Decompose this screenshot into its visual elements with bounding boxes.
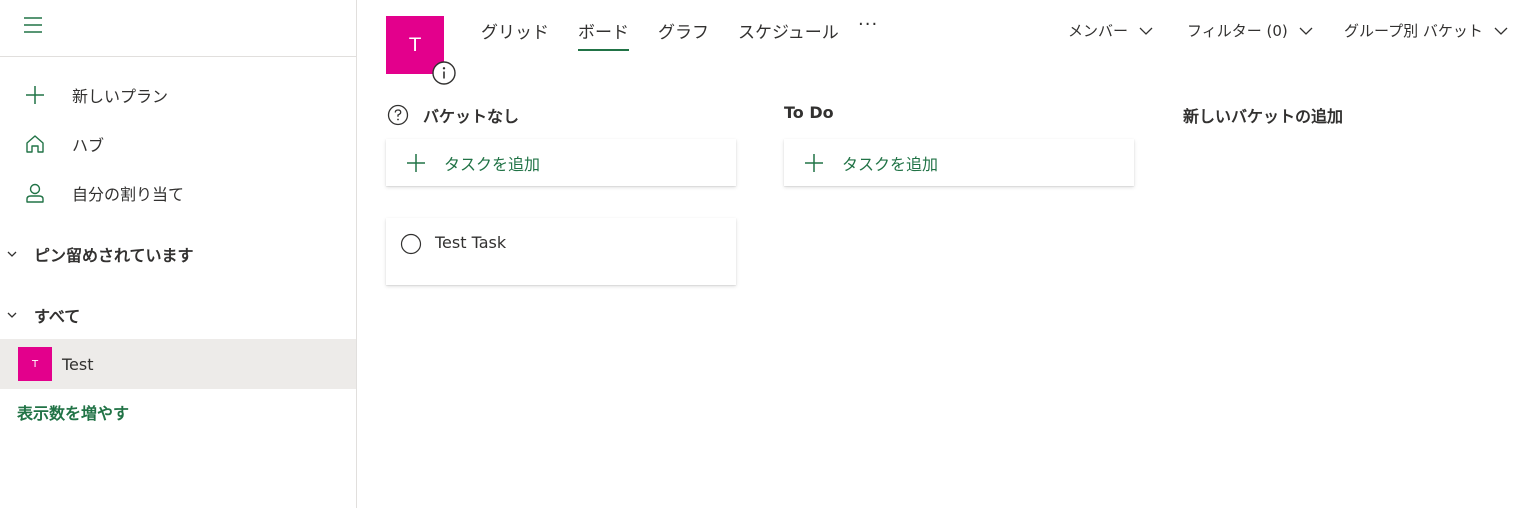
task-card[interactable]: Test Task	[386, 218, 736, 285]
my-assignments-label: 自分の割り当て	[72, 185, 185, 204]
add-task-button[interactable]: タスクを追加	[386, 139, 736, 186]
chevron-down-icon	[1299, 27, 1313, 35]
bucket-title-no-bucket: バケットなし	[387, 103, 519, 127]
help-icon[interactable]	[387, 104, 409, 126]
add-task-button[interactable]: タスクを追加	[784, 139, 1134, 186]
tab-charts[interactable]: グラフ	[658, 18, 709, 43]
tab-board[interactable]: ボード	[578, 18, 629, 51]
task-title: Test Task	[435, 233, 507, 252]
chevron-down-icon	[6, 309, 18, 321]
bucket-name: To Do	[784, 103, 834, 122]
group-by-dropdown[interactable]: グループ別 バケット	[1344, 20, 1509, 41]
all-section-toggle[interactable]: すべて	[0, 300, 356, 330]
bucket-title-todo[interactable]: To Do	[784, 103, 834, 122]
plus-icon	[24, 84, 46, 106]
chevron-down-icon	[1494, 27, 1508, 35]
bucket-name: バケットなし	[423, 107, 520, 126]
new-plan-label: 新しいプラン	[72, 87, 169, 106]
person-icon	[24, 182, 46, 204]
filter-dropdown[interactable]: フィルター (0)	[1187, 20, 1314, 41]
plus-icon	[805, 153, 823, 172]
hub-label: ハブ	[72, 136, 105, 155]
members-dropdown[interactable]: メンバー	[1068, 20, 1154, 41]
plan-avatar: T	[18, 347, 52, 381]
complete-task-checkbox-icon[interactable]	[400, 233, 422, 255]
hub-nav-item[interactable]: ハブ	[0, 124, 356, 164]
pinned-section-label: ピン留めされています	[34, 246, 194, 265]
more-options-button[interactable]: ···	[858, 14, 878, 35]
plus-icon	[407, 153, 425, 172]
filter-label: フィルター (0)	[1187, 22, 1288, 40]
home-icon	[24, 133, 46, 155]
add-new-bucket-button[interactable]: 新しいバケットの追加	[1183, 103, 1343, 127]
show-more-link[interactable]: 表示数を増やす	[17, 400, 129, 424]
tab-schedule[interactable]: スケジュール	[738, 18, 839, 43]
members-label: メンバー	[1068, 22, 1129, 40]
tab-grid[interactable]: グリッド	[481, 18, 549, 43]
info-icon[interactable]	[432, 61, 456, 85]
hamburger-menu-icon[interactable]	[22, 14, 44, 36]
chevron-down-icon	[1139, 27, 1153, 35]
add-task-label: タスクを追加	[842, 154, 939, 174]
plan-name: Test	[62, 354, 94, 374]
plan-item-test[interactable]: T Test	[0, 339, 356, 389]
left-sidebar: 新しいプラン ハブ 自分の割り当て ピン留めされています すべて T Test …	[0, 0, 357, 508]
add-task-label: タスクを追加	[444, 154, 541, 174]
new-plan-nav-item[interactable]: 新しいプラン	[0, 75, 356, 115]
sidebar-divider	[0, 56, 356, 57]
my-assignments-nav-item[interactable]: 自分の割り当て	[0, 173, 356, 213]
pinned-section-toggle[interactable]: ピン留めされています	[0, 239, 356, 269]
chevron-down-icon	[6, 248, 18, 260]
all-section-label: すべて	[34, 307, 81, 326]
group-by-label: グループ別 バケット	[1344, 22, 1483, 40]
